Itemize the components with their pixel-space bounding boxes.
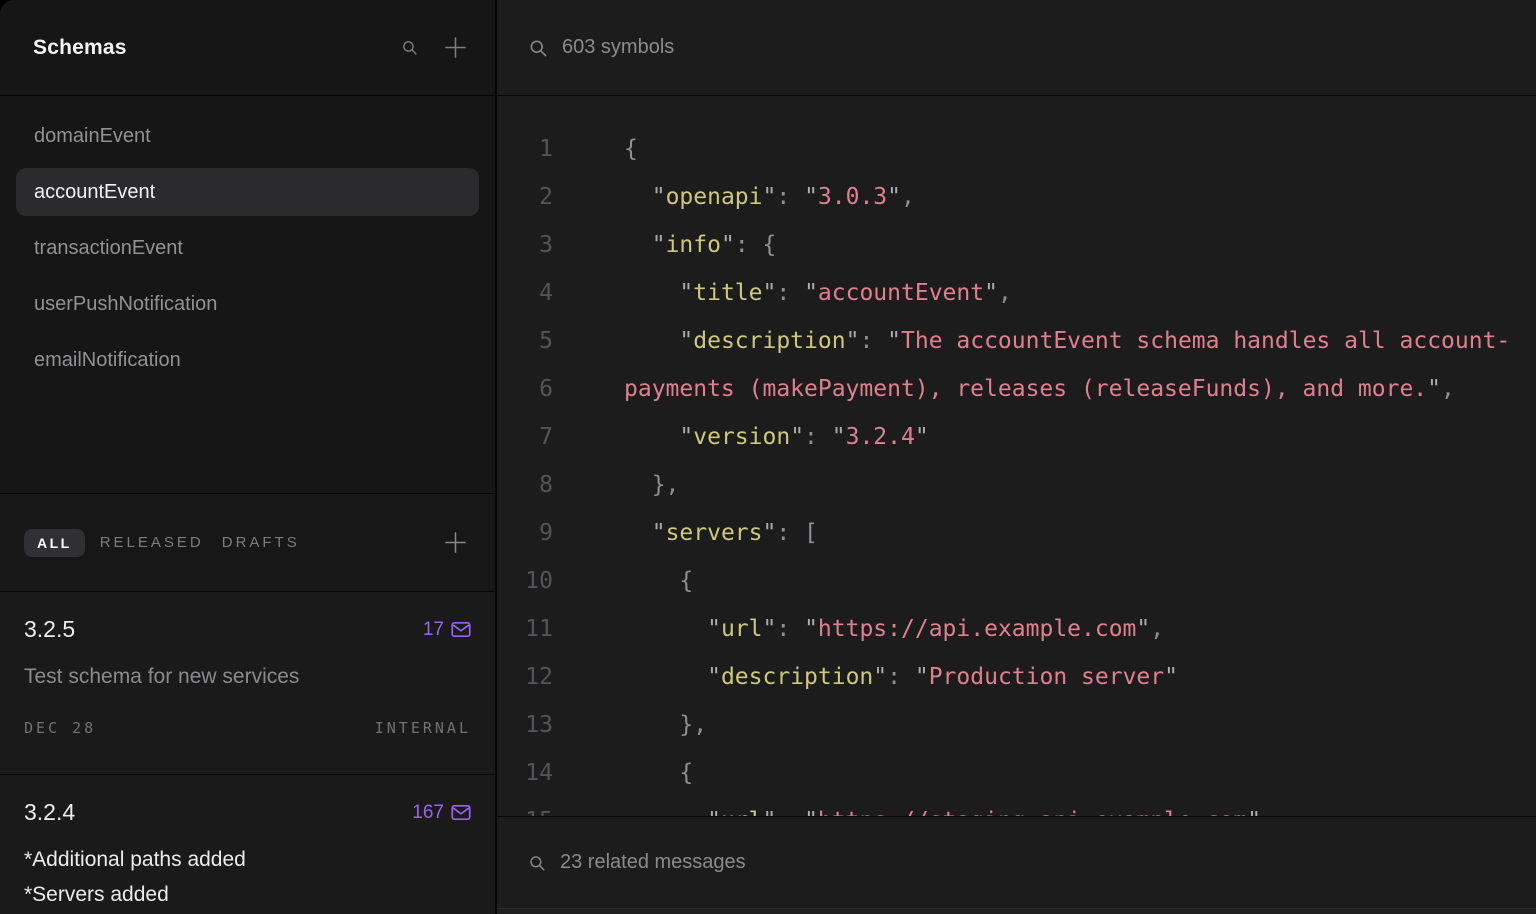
code-line-12: 12 "description": "Production server" xyxy=(497,653,1536,701)
app-window: Schemas domainEvent accountEvent transacti… xyxy=(0,0,1536,914)
code-line-4: 4 "title": "accountEvent", xyxy=(497,269,1536,317)
code-text: }, xyxy=(624,461,679,509)
code-line-15: 15 "url": "https://staging.api.example.c… xyxy=(497,797,1536,816)
version-description: Test schema for new services xyxy=(24,665,471,689)
line-number: 12 xyxy=(497,653,553,701)
line-number: 6 xyxy=(497,365,553,413)
schemas-sidebar: Schemas domainEvent accountEvent transacti… xyxy=(0,0,497,914)
symbols-search-bar[interactable]: 603 symbols xyxy=(497,0,1536,96)
code-line-14: 14 { xyxy=(497,749,1536,797)
line-number: 1 xyxy=(497,125,553,173)
code-text: { xyxy=(624,749,693,797)
code-line-10: 10 { xyxy=(497,557,1536,605)
schema-list-item-emailNotification[interactable]: emailNotification xyxy=(16,336,479,384)
schema-list: domainEvent accountEvent transactionEvent u… xyxy=(0,96,495,494)
search-icon xyxy=(528,854,546,872)
message-count: 167 xyxy=(412,802,444,824)
code-text: "url": "https://staging.api.example.com"… xyxy=(624,797,1275,816)
code-text: }, xyxy=(624,701,707,749)
filter-tab-released[interactable]: RELEASED xyxy=(100,534,204,551)
code-text: "description": "Production server" xyxy=(624,653,1178,701)
version-card-3.2.5[interactable]: 3.2.5 17 Test schema for new services DEC 2… xyxy=(0,592,495,775)
version-list: 3.2.5 17 Test schema for new services DEC 2… xyxy=(0,592,495,914)
version-filter-tabs: ALL RELEASED DRAFTS xyxy=(0,494,495,592)
line-number: 13 xyxy=(497,701,553,749)
line-number: 9 xyxy=(497,509,553,557)
code-text: "version": "3.2.4" xyxy=(624,413,929,461)
code-text: "url": "https://api.example.com", xyxy=(624,605,1164,653)
line-number: 7 xyxy=(497,413,553,461)
filter-tab-all[interactable]: ALL xyxy=(24,529,85,557)
line-number: 8 xyxy=(497,461,553,509)
line-number: 4 xyxy=(497,269,553,317)
message-count-badge[interactable]: 167 xyxy=(412,802,471,824)
envelope-icon xyxy=(451,804,471,821)
code-text: { xyxy=(624,125,638,173)
code-line-3: 3 "info": { xyxy=(497,221,1536,269)
code-line-2: 2 "openapi": "3.0.3", xyxy=(497,173,1536,221)
envelope-icon xyxy=(451,621,471,638)
message-count: 17 xyxy=(423,619,444,641)
code-text: "openapi": "3.0.3", xyxy=(624,173,915,221)
line-number: 5 xyxy=(497,317,553,365)
version-date: DEC 28 xyxy=(24,719,96,737)
schema-list-item-accountEvent[interactable]: accountEvent xyxy=(16,168,479,216)
version-number: 3.2.5 xyxy=(24,616,75,643)
code-line-6: 6 payments (makePayment), releases (relea… xyxy=(497,365,1536,413)
line-number: 11 xyxy=(497,605,553,653)
line-number: 10 xyxy=(497,557,553,605)
code-line-5: 5 "description": "The accountEvent schem… xyxy=(497,317,1536,365)
line-number: 3 xyxy=(497,221,553,269)
schema-list-item-userPushNotification[interactable]: userPushNotification xyxy=(16,280,479,328)
code-line-8: 8 }, xyxy=(497,461,1536,509)
code-line-7: 7 "version": "3.2.4" xyxy=(497,413,1536,461)
version-changelog-line: *Servers added xyxy=(24,877,471,912)
next-section-edge xyxy=(497,909,1536,914)
sidebar-title: Schemas xyxy=(33,36,127,60)
related-messages-label: 23 related messages xyxy=(560,851,746,874)
related-messages-bar[interactable]: 23 related messages xyxy=(497,816,1536,909)
code-text: "title": "accountEvent", xyxy=(624,269,1012,317)
code-line-13: 13 }, xyxy=(497,701,1536,749)
code-line-9: 9 "servers": [ xyxy=(497,509,1536,557)
line-number: 2 xyxy=(497,173,553,221)
code-text: "servers": [ xyxy=(624,509,818,557)
schema-editor-panel: 603 symbols 1{2 "openapi": "3.0.3",3 "in… xyxy=(497,0,1536,914)
schema-list-item-transactionEvent[interactable]: transactionEvent xyxy=(16,224,479,272)
code-line-11: 11 "url": "https://api.example.com", xyxy=(497,605,1536,653)
line-number: 15 xyxy=(497,797,553,816)
version-card-3.2.4[interactable]: 3.2.4 167 *Additional paths added*Servers … xyxy=(0,775,495,914)
search-icon xyxy=(528,38,548,58)
visibility-badge: INTERNAL xyxy=(375,719,471,737)
code-text: payments (makePayment), releases (releas… xyxy=(624,365,1455,413)
version-changelog-line: *Additional paths added xyxy=(24,842,471,877)
search-icon[interactable] xyxy=(401,39,418,56)
add-schema-icon[interactable] xyxy=(444,36,467,59)
code-text: "description": "The accountEvent schema … xyxy=(624,317,1510,365)
message-count-badge[interactable]: 17 xyxy=(423,619,471,641)
filter-tab-drafts[interactable]: DRAFTS xyxy=(222,534,300,551)
symbols-count-label: 603 symbols xyxy=(562,36,674,59)
sidebar-header: Schemas xyxy=(0,0,495,96)
line-number: 14 xyxy=(497,749,553,797)
code-text: "info": { xyxy=(624,221,776,269)
code-editor[interactable]: 1{2 "openapi": "3.0.3",3 "info": {4 "tit… xyxy=(497,96,1536,816)
add-version-icon[interactable] xyxy=(444,531,467,554)
code-line-1: 1{ xyxy=(497,125,1536,173)
version-number: 3.2.4 xyxy=(24,799,75,826)
schema-list-item-domainEvent[interactable]: domainEvent xyxy=(16,112,479,160)
code-text: { xyxy=(624,557,693,605)
